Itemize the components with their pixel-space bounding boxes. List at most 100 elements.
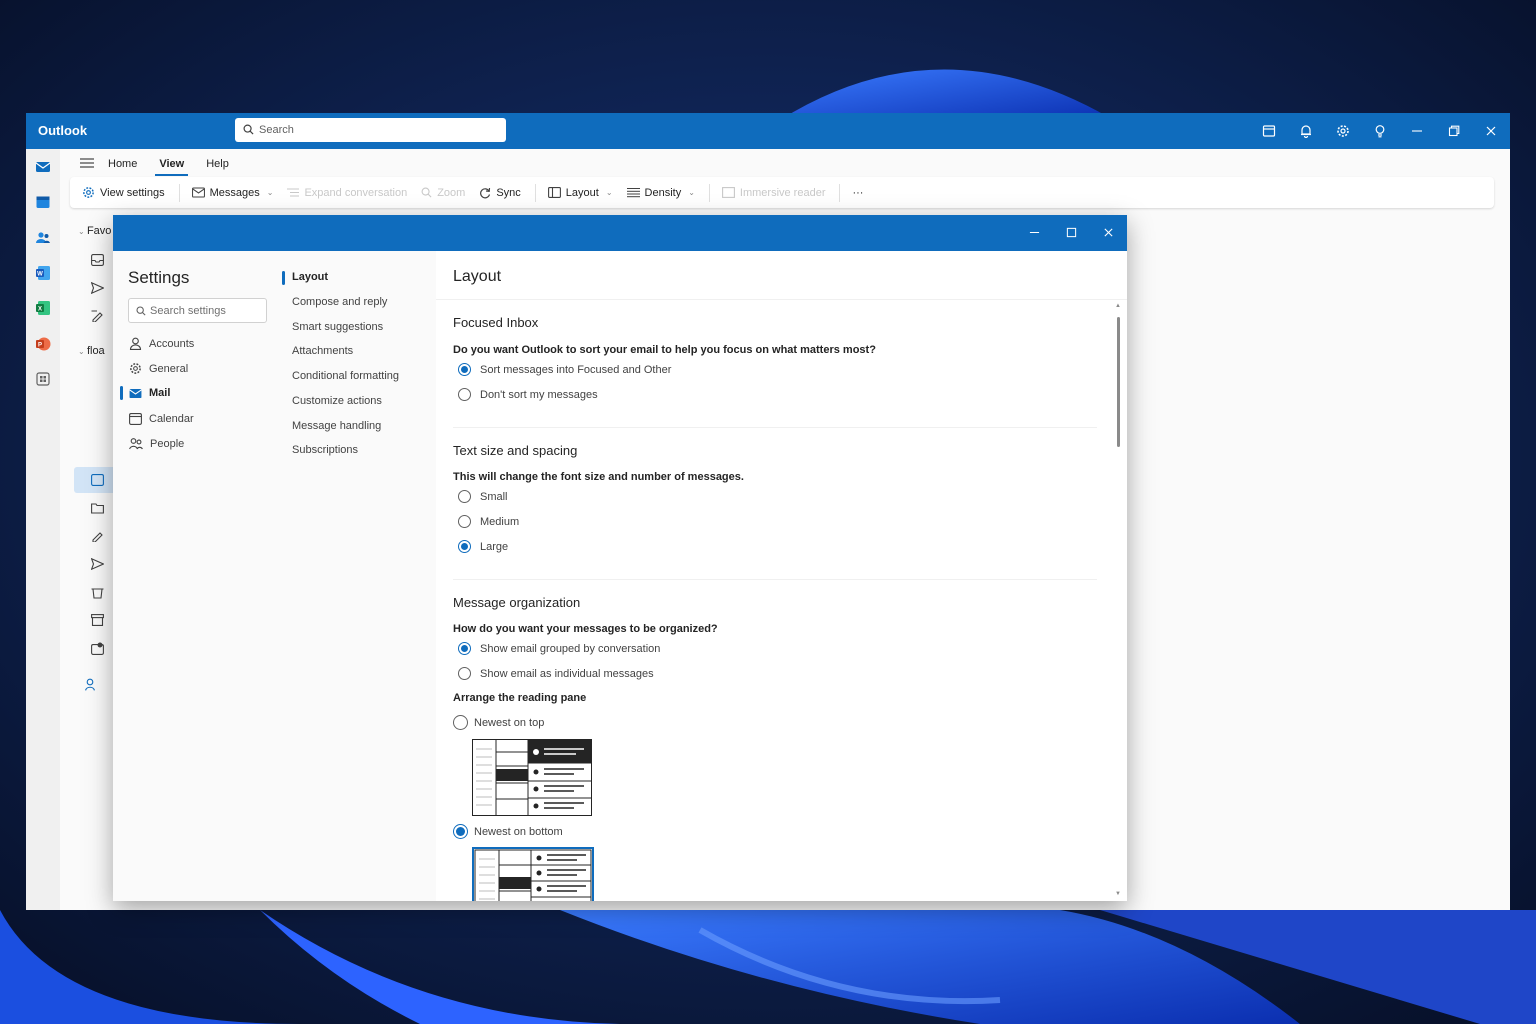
subnav-attachments[interactable]: Attachments — [292, 345, 353, 357]
message-org-question: How do you want your messages to be orga… — [453, 623, 718, 635]
layout-dropdown[interactable]: Layout ⌄ — [547, 187, 613, 199]
radio-button — [453, 824, 468, 839]
minimize-icon[interactable] — [1027, 225, 1041, 239]
sent-icon[interactable] — [91, 558, 104, 570]
layout-icon — [547, 187, 561, 198]
minimize-icon[interactable] — [1408, 122, 1426, 140]
nav-selection-marker — [120, 386, 123, 400]
my-day-icon[interactable] — [1260, 122, 1278, 140]
junk-icon[interactable] — [91, 642, 104, 655]
settings-search-input[interactable]: Search settings — [128, 298, 267, 323]
trash-icon[interactable] — [91, 586, 104, 599]
view-settings-label: View settings — [100, 186, 165, 199]
inbox-icon[interactable] — [91, 474, 104, 486]
zoom-button[interactable]: Zoom — [421, 187, 465, 199]
content-title: Layout — [453, 268, 502, 285]
close-icon[interactable] — [1482, 122, 1500, 140]
sent-icon[interactable] — [91, 282, 104, 294]
apps-icon[interactable] — [35, 371, 51, 387]
radio-newest-on-top[interactable]: Newest on top — [453, 715, 544, 730]
search-box[interactable]: Search — [235, 118, 506, 142]
sync-button[interactable]: Sync — [479, 187, 521, 199]
lightbulb-icon[interactable] — [1371, 122, 1389, 140]
tab-home[interactable]: Home — [108, 151, 137, 175]
radio-newest-on-bottom[interactable]: Newest on bottom — [453, 824, 563, 839]
calendar-app-icon[interactable] — [35, 194, 51, 210]
radio-sort-focused[interactable]: Sort messages into Focused and Other — [458, 363, 671, 376]
messages-dropdown[interactable]: Messages ⌄ — [191, 187, 273, 199]
radio-grouped-conversation[interactable]: Show email grouped by conversation — [458, 642, 660, 655]
restore-icon[interactable] — [1445, 122, 1463, 140]
inbox-icon[interactable] — [91, 254, 104, 266]
subnav-selection-marker — [282, 271, 285, 285]
radio-size-large[interactable]: Large — [458, 540, 508, 553]
title-bar: Outlook Search — [26, 113, 1510, 149]
svg-text:P: P — [38, 343, 42, 349]
drafts-icon[interactable] — [91, 310, 104, 322]
hamburger-menu-icon[interactable] — [80, 157, 94, 169]
expand-conversation-button[interactable]: Expand conversation — [287, 187, 407, 199]
gear-icon[interactable] — [1334, 122, 1352, 140]
density-label: Density — [644, 186, 682, 199]
nav-item-mail[interactable]: Mail — [129, 387, 170, 399]
people-app-icon[interactable] — [35, 230, 51, 246]
more-options-button[interactable]: ··· — [852, 187, 863, 199]
tab-help[interactable]: Help — [206, 151, 229, 175]
excel-app-icon[interactable]: X — [35, 300, 51, 316]
subnav-layout[interactable]: Layout — [292, 271, 328, 283]
newest-on-top-preview[interactable] — [472, 739, 592, 816]
message-org-title: Message organization — [453, 595, 581, 610]
scrollbar-thumb[interactable] — [1117, 317, 1120, 447]
nav-item-general[interactable]: General — [129, 362, 188, 375]
people-icon — [129, 438, 143, 450]
folder-icon[interactable] — [91, 502, 104, 514]
subnav-conditional-formatting[interactable]: Conditional formatting — [292, 370, 399, 382]
scroll-down-arrow[interactable]: ▼ — [1115, 891, 1121, 897]
bell-icon[interactable] — [1297, 122, 1315, 140]
chevron-down-icon: ⌄ — [688, 188, 695, 197]
density-dropdown[interactable]: Density ⌄ — [626, 186, 695, 199]
search-icon — [136, 306, 146, 316]
tab-view[interactable]: View — [155, 151, 189, 176]
radio-size-medium[interactable]: Medium — [458, 515, 519, 528]
app-title: Outlook — [38, 123, 88, 138]
favorites-header[interactable]: ⌄ Favo — [78, 225, 111, 237]
gear-icon — [83, 187, 94, 198]
mail-icon — [129, 388, 142, 398]
immersive-reader-button[interactable]: Immersive reader — [721, 187, 825, 199]
settings-title: Settings — [128, 268, 190, 287]
radio-size-small[interactable]: Small — [458, 490, 508, 503]
subnav-smart-suggestions[interactable]: Smart suggestions — [292, 321, 383, 333]
powerpoint-app-icon[interactable]: P — [35, 336, 51, 352]
radio-button — [458, 642, 471, 655]
subnav-customize-actions[interactable]: Customize actions — [292, 395, 382, 407]
nav-item-people[interactable]: People — [129, 437, 184, 450]
account-header[interactable]: ⌄ floa — [78, 345, 105, 357]
close-icon[interactable] — [1101, 225, 1115, 239]
radio-dont-sort[interactable]: Don't sort my messages — [458, 388, 598, 401]
subnav-subscriptions[interactable]: Subscriptions — [292, 444, 358, 456]
subnav-compose-reply[interactable]: Compose and reply — [292, 296, 387, 308]
add-account-icon[interactable] — [85, 678, 99, 691]
archive-icon[interactable] — [91, 614, 104, 626]
maximize-icon[interactable] — [1064, 225, 1078, 239]
radio-button — [458, 490, 471, 503]
nav-item-accounts[interactable]: Accounts — [129, 337, 194, 350]
settings-search-placeholder: Search settings — [150, 305, 226, 317]
mail-app-icon[interactable] — [35, 159, 51, 175]
nav-item-calendar[interactable]: Calendar — [129, 412, 194, 425]
subnav-message-handling[interactable]: Message handling — [292, 420, 381, 432]
ribbon-divider — [839, 183, 841, 202]
scroll-up-arrow[interactable]: ▲ — [1115, 303, 1121, 309]
drafts-icon[interactable] — [91, 530, 104, 542]
menu-tabs: Home View Help — [70, 149, 251, 177]
radio-individual-messages[interactable]: Show email as individual messages — [458, 667, 654, 680]
word-app-icon[interactable]: W — [35, 265, 51, 281]
view-settings-button[interactable]: View settings — [82, 186, 165, 199]
reader-icon — [721, 187, 735, 198]
newest-on-bottom-preview[interactable] — [472, 847, 594, 901]
radio-button — [458, 515, 471, 528]
zoom-label: Zoom — [437, 186, 466, 199]
settings-nav: Settings Search settings Accounts Genera… — [113, 251, 278, 901]
radio-label: Small — [480, 490, 508, 503]
